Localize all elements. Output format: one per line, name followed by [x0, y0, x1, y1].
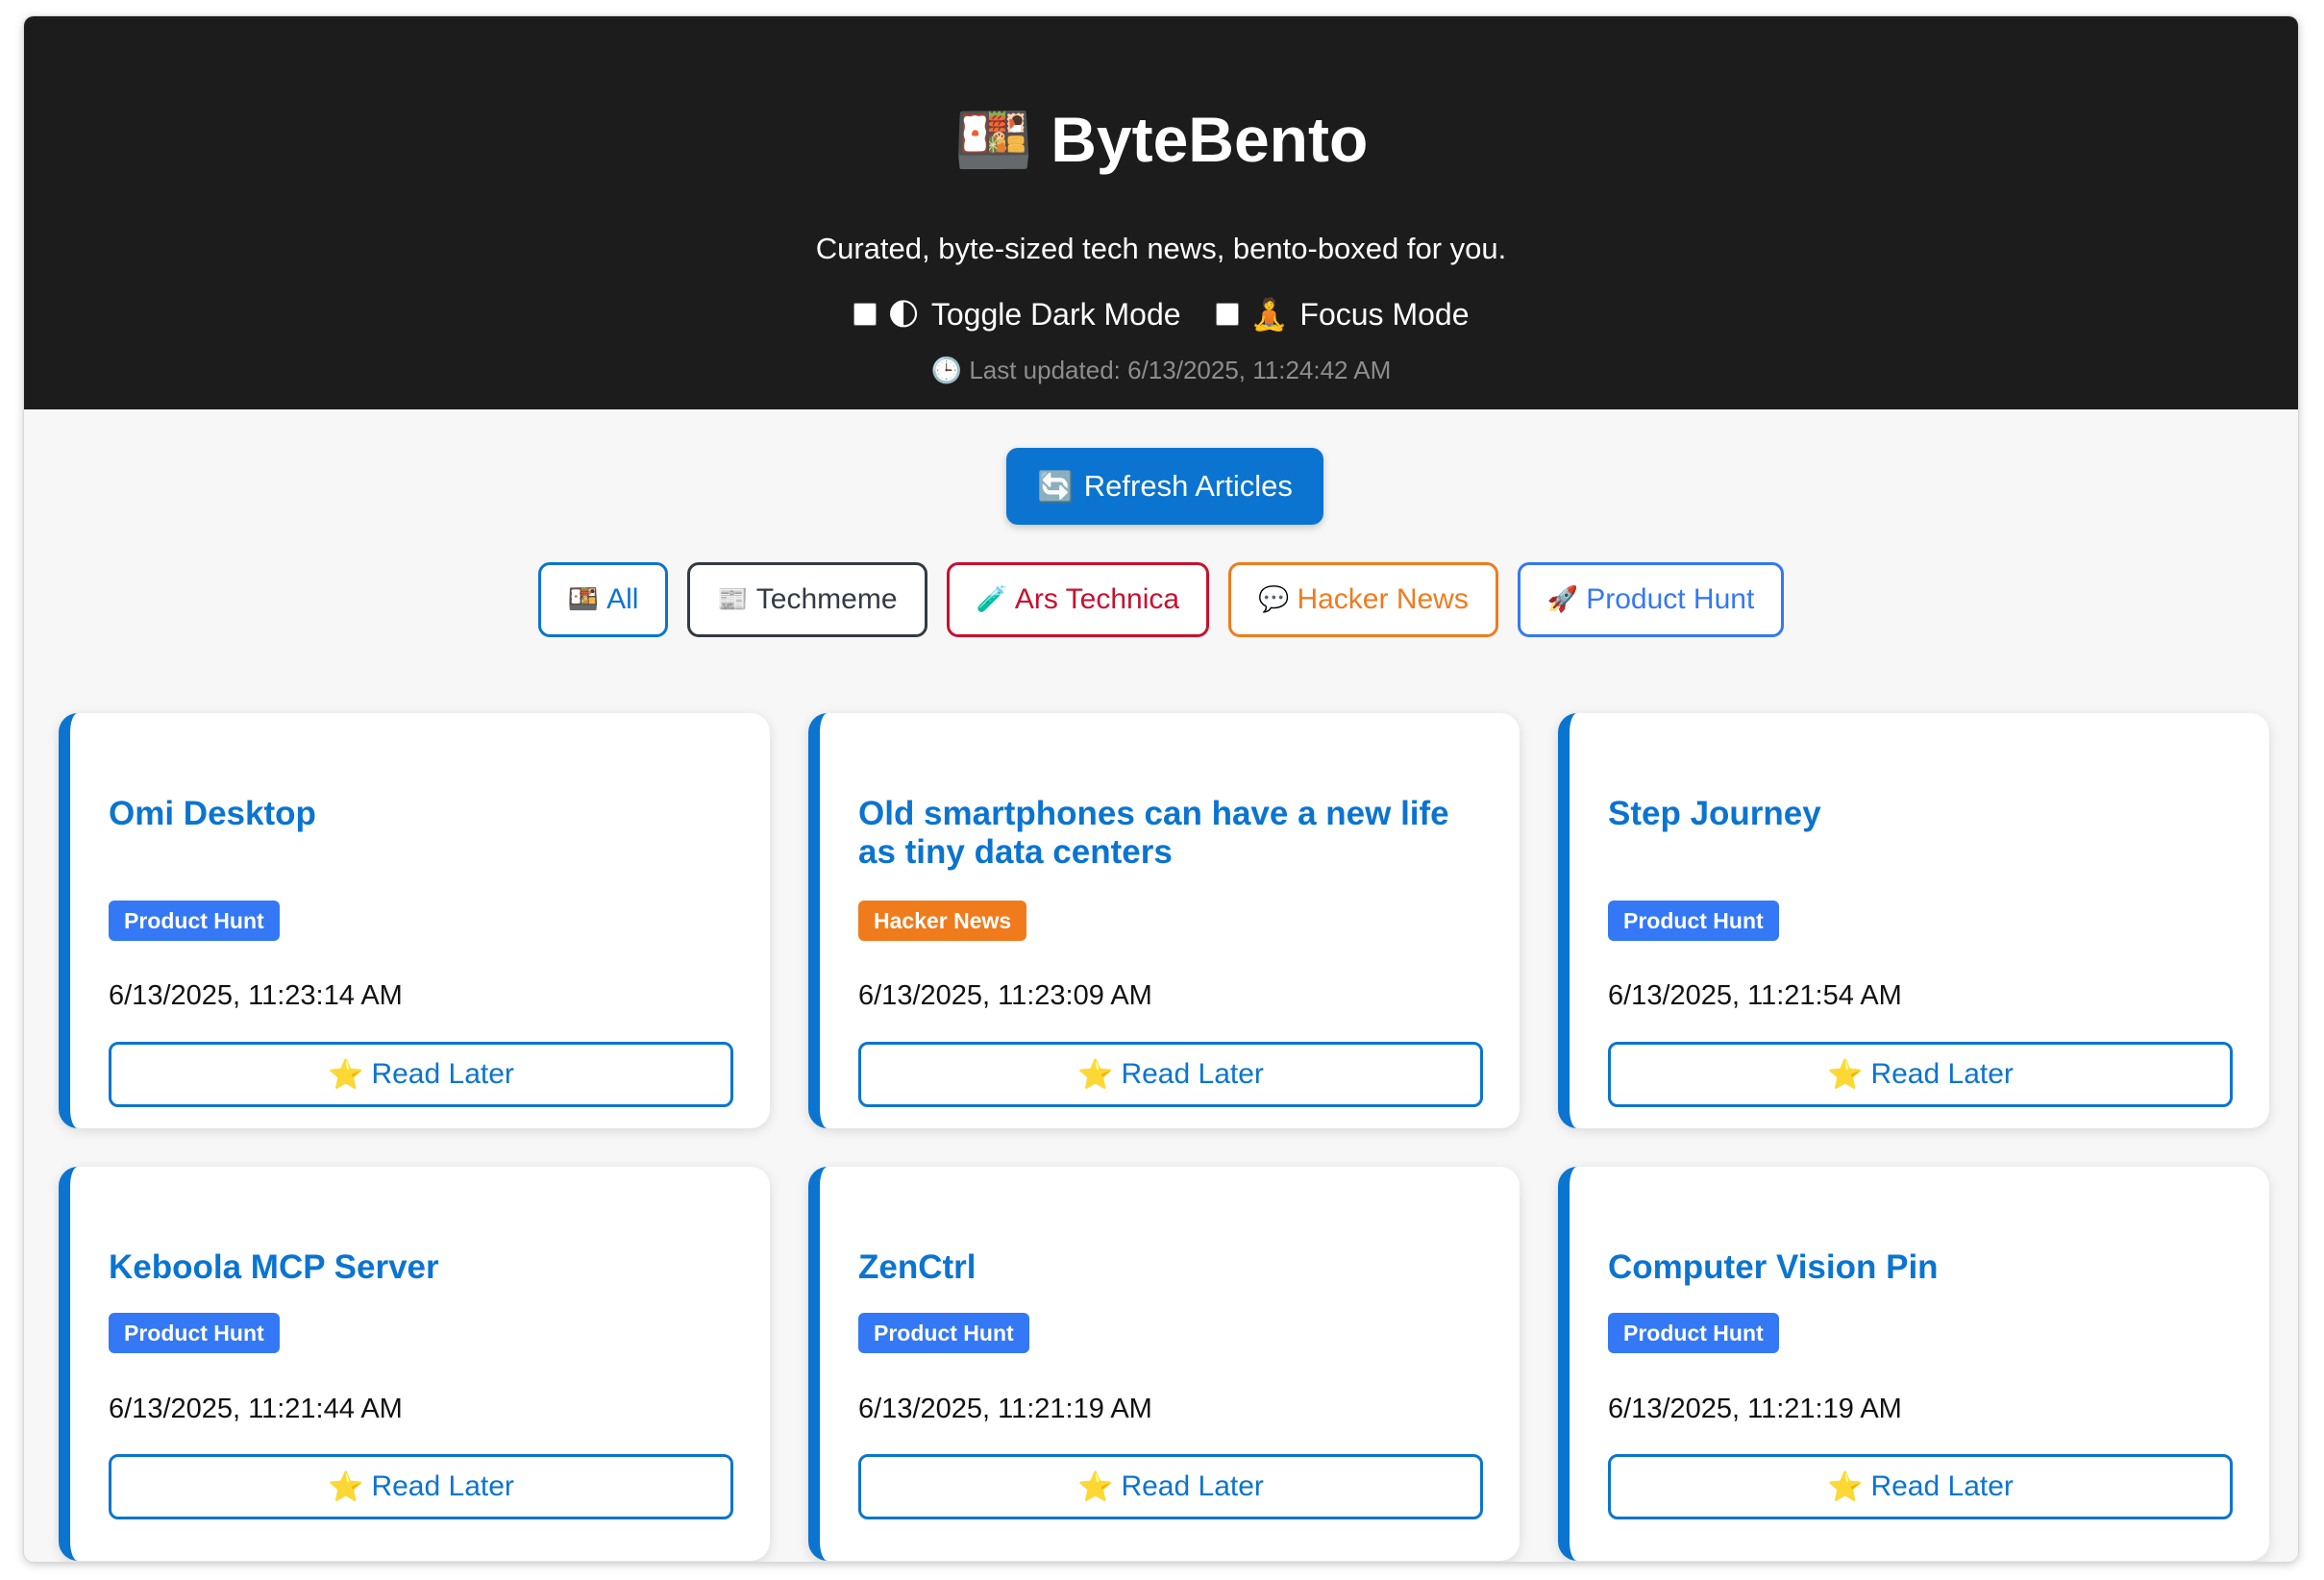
article-card: Omi Desktop Product Hunt 6/13/2025, 11:2… [59, 713, 770, 1128]
article-date: 6/13/2025, 11:21:54 AM [1608, 980, 1902, 1011]
article-date: 6/13/2025, 11:21:19 AM [1608, 1394, 1902, 1424]
filter-label: Hacker News [1297, 583, 1469, 615]
read-later-label: Read Later [1121, 1058, 1264, 1090]
star-icon: ⭐ [1827, 1470, 1864, 1503]
read-later-button[interactable]: ⭐ Read Later [858, 1454, 1483, 1519]
source-badge: Product Hunt [1608, 901, 1779, 941]
source-badge: Product Hunt [109, 1313, 280, 1353]
half-moon-icon: 🌓 [887, 296, 920, 333]
read-later-button[interactable]: ⭐ Read Later [1608, 1454, 2233, 1519]
bento-icon: 🍱 [567, 585, 600, 614]
read-later-button[interactable]: ⭐ Read Later [858, 1042, 1483, 1107]
filter-product-hunt[interactable]: 🚀 Product Hunt [1517, 562, 1785, 637]
filter-label: All [606, 583, 639, 615]
focus-mode-toggle[interactable]: 🧘 Focus Mode [1215, 295, 1470, 333]
page-header: 🍱 ByteBento Curated, byte-sized tech new… [24, 16, 2298, 409]
article-title-link[interactable]: Keboola MCP Server [109, 1248, 737, 1287]
star-icon: ⭐ [1077, 1470, 1114, 1503]
star-icon: ⭐ [1827, 1058, 1864, 1091]
meditation-icon: 🧘 [1249, 296, 1289, 333]
dark-mode-label: Toggle Dark Mode [930, 297, 1181, 332]
filter-label: Ars Technica [1014, 583, 1180, 615]
last-updated: 🕒 Last updated: 6/13/2025, 11:24:42 AM [24, 354, 2298, 387]
read-later-label: Read Later [1870, 1058, 2014, 1090]
star-icon: ⭐ [1077, 1058, 1114, 1091]
article-date: 6/13/2025, 11:21:44 AM [109, 1394, 403, 1424]
star-icon: ⭐ [328, 1058, 364, 1091]
focus-mode-checkbox[interactable] [1215, 303, 1239, 326]
read-later-label: Read Later [371, 1058, 514, 1090]
article-card: Step Journey Product Hunt 6/13/2025, 11:… [1558, 713, 2269, 1128]
app-window: 🍱 ByteBento Curated, byte-sized tech new… [24, 16, 2298, 1562]
article-card: Computer Vision Pin Product Hunt 6/13/20… [1558, 1167, 2269, 1561]
refresh-articles-button[interactable]: 🔄 Refresh Articles [1006, 448, 1323, 525]
speech-bubble-icon: 💬 [1258, 585, 1290, 614]
read-later-label: Read Later [1870, 1470, 2014, 1502]
filter-label: Product Hunt [1586, 583, 1755, 615]
source-badge: Hacker News [858, 901, 1027, 941]
article-card: Keboola MCP Server Product Hunt 6/13/202… [59, 1167, 770, 1561]
last-updated-text: Last updated: 6/13/2025, 11:24:42 AM [969, 356, 1392, 384]
refresh-label: Refresh Articles [1083, 469, 1293, 503]
filter-techmeme[interactable]: 📰 Techmeme [687, 562, 927, 637]
mode-toggles: 🌓 Toggle Dark Mode 🧘 Focus Mode [24, 295, 2298, 333]
article-card: ZenCtrl Product Hunt 6/13/2025, 11:21:19… [808, 1167, 1520, 1561]
filter-hacker-news[interactable]: 💬 Hacker News [1228, 562, 1498, 637]
read-later-button[interactable]: ⭐ Read Later [1608, 1042, 2233, 1107]
filter-all[interactable]: 🍱 All [537, 562, 669, 637]
article-card: Old smartphones can have a new life as t… [808, 713, 1520, 1128]
filter-ars-technica[interactable]: 🧪 Ars Technica [946, 562, 1210, 637]
article-title-link[interactable]: Omi Desktop [109, 795, 737, 833]
article-title-link[interactable]: Step Journey [1608, 795, 2237, 833]
read-later-label: Read Later [371, 1470, 514, 1502]
clock-icon: 🕒 [930, 357, 963, 385]
tagline: Curated, byte-sized tech news, bento-box… [815, 232, 1507, 265]
article-title-link[interactable]: Old smartphones can have a new life as t… [858, 795, 1487, 872]
filter-label: Techmeme [755, 583, 898, 615]
focus-mode-label: Focus Mode [1299, 297, 1470, 332]
dark-mode-checkbox[interactable] [853, 303, 877, 326]
dark-mode-toggle[interactable]: 🌓 Toggle Dark Mode [853, 295, 1181, 333]
source-badge: Product Hunt [1608, 1313, 1779, 1353]
test-tube-icon: 🧪 [976, 585, 1007, 614]
article-date: 6/13/2025, 11:21:19 AM [858, 1394, 1152, 1424]
rocket-icon: 🚀 [1546, 585, 1579, 614]
read-later-button[interactable]: ⭐ Read Later [109, 1042, 733, 1107]
source-filters: 🍱 All 📰 Techmeme 🧪 Ars Technica 💬 Hacker… [24, 562, 2298, 637]
article-title-link[interactable]: ZenCtrl [858, 1248, 1487, 1287]
refresh-icon: 🔄 [1037, 469, 1075, 505]
article-date: 6/13/2025, 11:23:14 AM [109, 980, 403, 1011]
bento-logo-icon: 🍱 [953, 103, 1033, 177]
article-date: 6/13/2025, 11:23:09 AM [858, 980, 1152, 1011]
source-badge: Product Hunt [858, 1313, 1029, 1353]
read-later-button[interactable]: ⭐ Read Later [109, 1454, 733, 1519]
app-title: ByteBento [1051, 104, 1369, 175]
page-title: 🍱 ByteBento [24, 101, 2298, 179]
star-icon: ⭐ [328, 1470, 364, 1503]
source-badge: Product Hunt [109, 901, 280, 941]
newspaper-icon: 📰 [717, 585, 749, 614]
read-later-label: Read Later [1121, 1470, 1264, 1502]
article-title-link[interactable]: Computer Vision Pin [1608, 1248, 2237, 1287]
